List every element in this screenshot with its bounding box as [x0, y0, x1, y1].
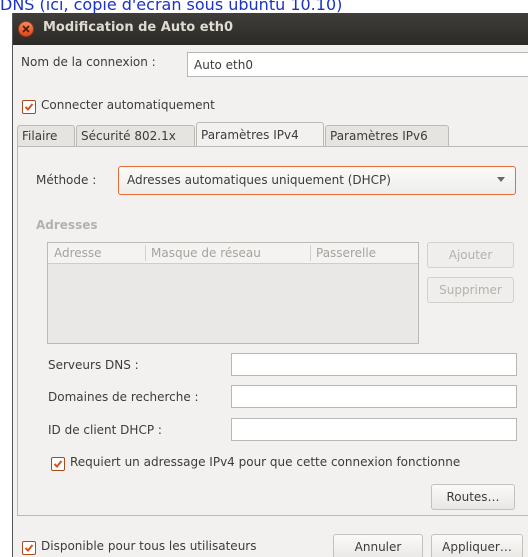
ipv4-settings-panel: Méthode : Adresses automatiques uniqueme…	[17, 146, 528, 516]
cancel-button[interactable]: Annuler	[333, 534, 423, 557]
all-users-checkbox[interactable]	[22, 541, 36, 555]
require-ipv4-checkbox[interactable]	[51, 457, 65, 471]
apply-button[interactable]: Appliquer…	[431, 534, 523, 557]
all-users-label: Disponible pour tous les utilisateurs	[41, 539, 257, 553]
method-select[interactable]: Adresses automatiques uniquement (DHCP)	[118, 166, 516, 195]
dhcp-client-id-input[interactable]	[231, 418, 517, 441]
column-divider	[145, 245, 146, 261]
connection-name-label: Nom de la connexion :	[21, 55, 156, 69]
method-label: Méthode :	[36, 173, 97, 187]
addresses-table[interactable]: Adresse Masque de réseau Passerelle	[47, 242, 419, 344]
search-domains-input[interactable]	[231, 385, 517, 408]
search-domains-label: Domaines de recherche :	[48, 390, 199, 404]
window-titlebar: Modification de Auto eth0	[13, 13, 528, 45]
dhcp-client-id-label: ID de client DHCP :	[48, 423, 162, 437]
window-title: Modification de Auto eth0	[43, 20, 234, 35]
addresses-section-label: Adresses	[36, 218, 98, 232]
tab-ipv4-settings[interactable]: Paramètres IPv4	[196, 122, 324, 147]
check-icon	[24, 544, 34, 552]
method-value: Adresses automatiques uniquement (DHCP)	[127, 173, 391, 187]
routes-button[interactable]: Routes…	[431, 484, 515, 510]
column-gateway[interactable]: Passerelle	[316, 246, 376, 260]
auto-connect-label: Connecter automatiquement	[41, 98, 215, 112]
dns-servers-input[interactable]	[231, 353, 517, 376]
dns-servers-label: Serveurs DNS :	[48, 358, 139, 372]
close-icon	[22, 25, 30, 33]
check-icon	[53, 460, 63, 468]
column-address[interactable]: Adresse	[54, 246, 102, 260]
close-button[interactable]	[18, 21, 34, 37]
column-divider	[310, 245, 311, 261]
tab-wired[interactable]: Filaire	[17, 125, 75, 146]
add-address-button[interactable]: Ajouter	[427, 242, 514, 268]
column-netmask[interactable]: Masque de réseau	[151, 246, 261, 260]
connection-editor-window: Modification de Auto eth0 Nom de la conn…	[12, 13, 528, 557]
auto-connect-checkbox[interactable]	[22, 100, 36, 114]
tab-ipv6-settings[interactable]: Paramètres IPv6	[325, 125, 449, 146]
require-ipv4-label: Requiert un adressage IPv4 pour que cett…	[70, 455, 461, 469]
tab-security-8021x[interactable]: Sécurité 802.1x	[76, 125, 195, 146]
addresses-table-header: Adresse Masque de réseau Passerelle	[48, 243, 418, 264]
chevron-down-icon	[497, 177, 505, 182]
connection-name-input[interactable]	[187, 52, 528, 77]
delete-address-button[interactable]: Supprimer	[427, 277, 514, 303]
page-caption: DNS (ici, copie d'écran sous ubuntu 10.1…	[0, 0, 528, 13]
check-icon	[24, 103, 34, 111]
